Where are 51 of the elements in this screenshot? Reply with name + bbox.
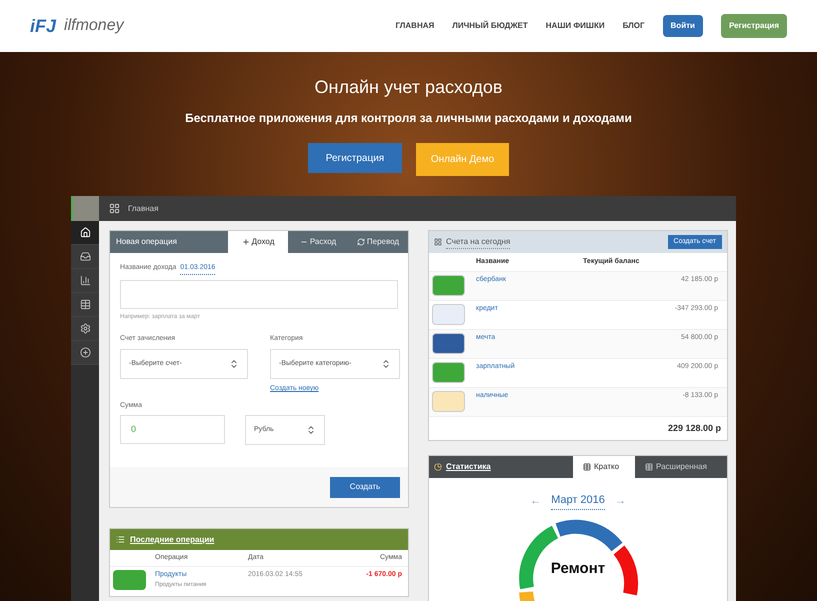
donut-center-label: Ремонт — [550, 558, 606, 578]
previous-month-button[interactable]: ← — [530, 492, 542, 509]
logo-text: ilfmoney — [64, 16, 124, 36]
home-icon — [80, 227, 90, 238]
logo-mark: iFJ — [30, 14, 56, 38]
total-balance: 229 128.00 р — [668, 422, 721, 435]
chevrons-icon — [229, 359, 239, 369]
chart-icon — [80, 275, 90, 286]
panel-title[interactable]: Последние операции — [130, 534, 214, 546]
table-icon — [80, 299, 90, 310]
login-button[interactable]: Войти — [662, 15, 703, 37]
sidebar-item[interactable] — [71, 341, 99, 365]
avatar — [71, 196, 99, 221]
stats-tab[interactable]: Расширенная — [635, 456, 727, 478]
sum-field[interactable]: 0 — [120, 415, 225, 444]
nav-link[interactable]: БЛОГ — [622, 20, 645, 32]
nav-link[interactable]: ЛИЧНЫЙ БЮДЖЕТ — [452, 20, 528, 32]
sidebar-item[interactable] — [71, 293, 99, 317]
operation-tab[interactable]: Расход — [288, 231, 348, 253]
chart-icon — [434, 463, 442, 471]
settings-icon — [80, 323, 90, 334]
table-icon — [583, 463, 591, 471]
plus-circle-icon — [80, 347, 90, 358]
next-month-button[interactable]: → — [614, 492, 626, 509]
register-button[interactable]: Регистрация — [308, 143, 402, 173]
nav-link[interactable]: ГЛАВНАЯ — [395, 20, 434, 32]
refresh-icon — [356, 238, 365, 246]
inbox-icon — [80, 251, 90, 262]
hero-subtitle: Бесплатное приложения для контроля за личными расходами и доходами — [185, 110, 632, 127]
table-icon — [645, 463, 653, 471]
chevrons-icon — [306, 425, 316, 435]
top-bar-title: Главная — [128, 202, 158, 214]
nav-link[interactable]: НАШИ ФИШКИ — [546, 20, 605, 32]
sidebar-item[interactable] — [71, 245, 99, 269]
hero-title: Онлайн учет расходов — [314, 76, 502, 99]
income-name-field[interactable] — [120, 280, 398, 308]
list-icon — [116, 535, 125, 544]
month-label[interactable]: Март 2016 — [551, 492, 605, 510]
operation-tab[interactable]: Перевод — [348, 231, 408, 253]
register-button[interactable]: Регистрация — [720, 14, 787, 38]
stats-tab[interactable]: Кратко — [573, 456, 635, 478]
sidebar-item[interactable] — [71, 317, 99, 341]
panel-title: Счета на сегодня — [446, 236, 510, 248]
create-button[interactable]: Создать — [330, 476, 400, 498]
sidebar-item[interactable] — [71, 221, 99, 245]
panel-title: Новая операция — [115, 236, 178, 248]
grid-icon — [434, 238, 442, 246]
plus-icon — [242, 238, 250, 246]
operation-tab[interactable]: Доход — [228, 231, 288, 253]
chevrons-icon — [381, 359, 391, 369]
panel-title: Статистика — [446, 461, 491, 473]
